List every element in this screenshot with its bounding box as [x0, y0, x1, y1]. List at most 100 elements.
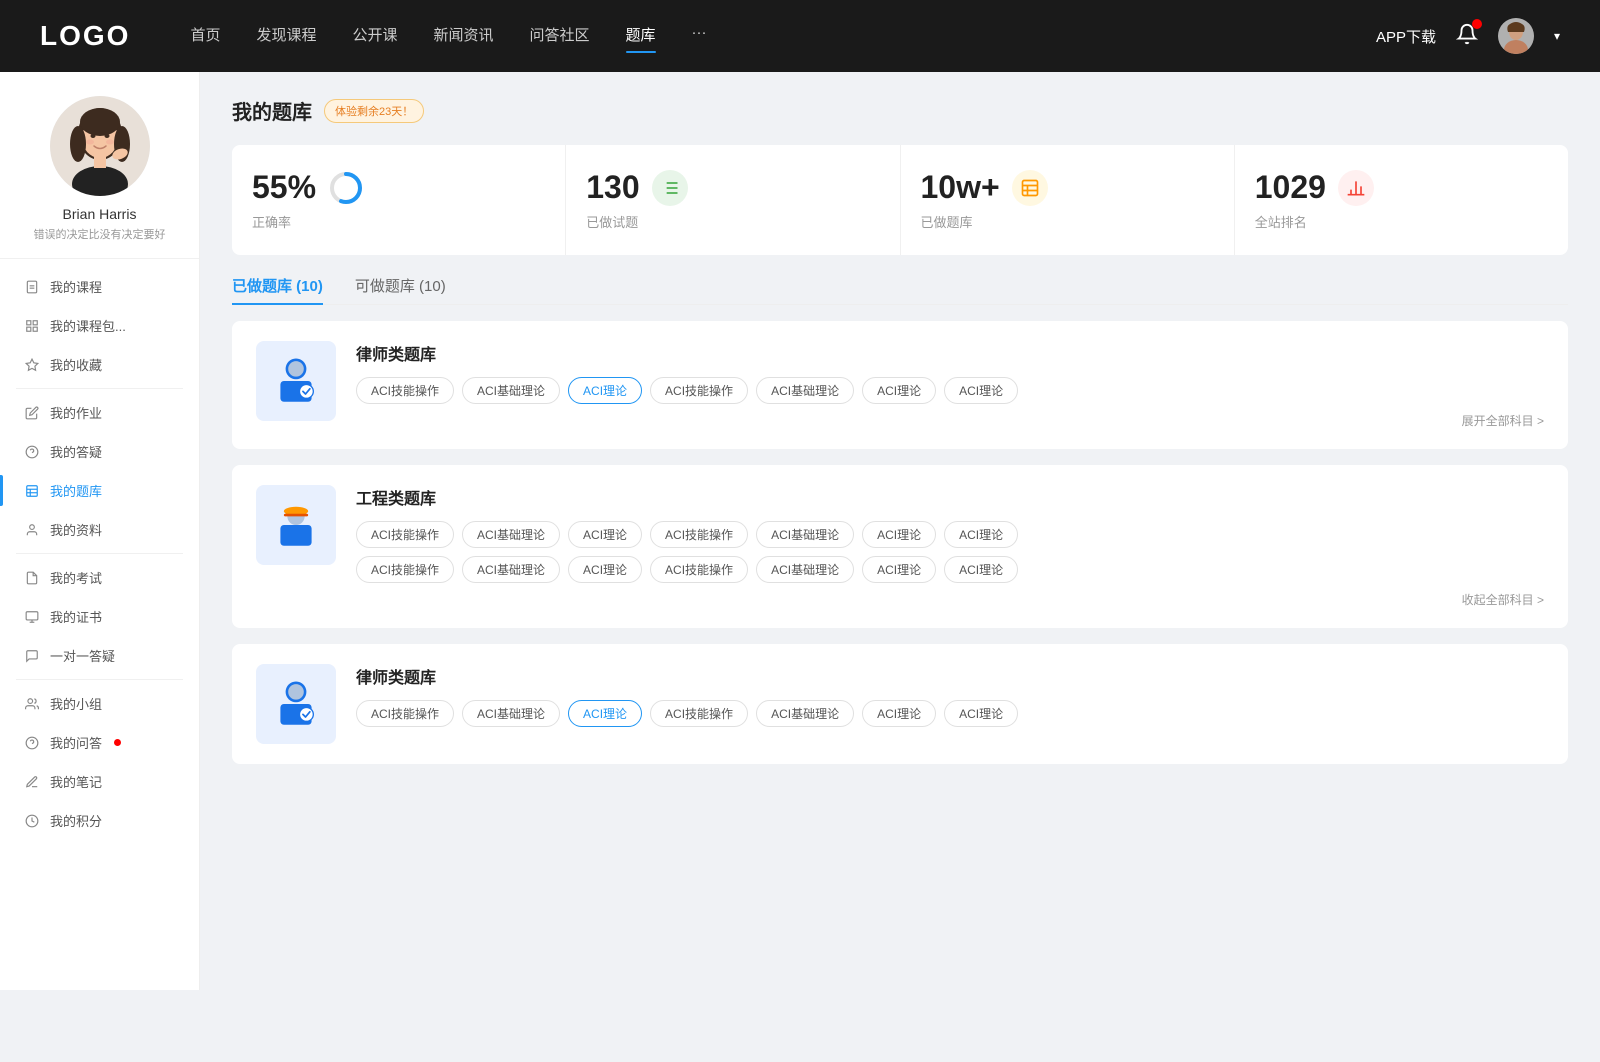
tag[interactable]: ACI理论 [944, 377, 1018, 404]
sidebar-username: Brian Harris [63, 206, 137, 222]
nav-discover[interactable]: 发现课程 [256, 24, 316, 49]
tag[interactable]: ACI理论 [862, 556, 936, 583]
tag[interactable]: ACI理论 [568, 556, 642, 583]
stat-done-questions: 130 已做试题 [566, 145, 900, 255]
table-icon [24, 483, 40, 499]
tag[interactable]: ACI技能操作 [356, 556, 454, 583]
sidebar-item-label: 我的积分 [50, 811, 102, 830]
stat-value: 1029 [1255, 169, 1326, 206]
edit-icon [24, 405, 40, 421]
tag-active[interactable]: ACI理论 [568, 377, 642, 404]
sidebar-item-notes[interactable]: 我的笔记 [0, 762, 199, 801]
people-icon [24, 522, 40, 538]
tag[interactable]: ACI理论 [568, 521, 642, 548]
tag[interactable]: ACI技能操作 [356, 521, 454, 548]
stat-label: 全站排名 [1255, 212, 1548, 231]
divider [16, 388, 183, 389]
tag[interactable]: ACI技能操作 [650, 556, 748, 583]
collapse-link[interactable]: 收起全部科目 > [356, 591, 1544, 608]
sidebar-item-oneone[interactable]: 一对一答疑 [0, 636, 199, 675]
tag[interactable]: ACI理论 [944, 521, 1018, 548]
tag[interactable]: ACI技能操作 [356, 377, 454, 404]
page-header: 我的题库 体验剩余23天！ [232, 96, 1568, 125]
stat-done-banks: 10w+ 已做题库 [901, 145, 1235, 255]
trial-badge: 体验剩余23天！ [324, 99, 424, 123]
tags-row-1: ACI技能操作 ACI基础理论 ACI理论 ACI技能操作 ACI基础理论 AC… [356, 521, 1544, 548]
stat-top: 10w+ [921, 169, 1214, 206]
tab-available-banks[interactable]: 可做题库 (10) [355, 275, 446, 304]
expand-link[interactable]: 展开全部科目 > [356, 412, 1544, 429]
nav-opencourse[interactable]: 公开课 [352, 24, 397, 49]
bell-badge [1472, 19, 1482, 29]
qbank-card-lawyer-1: 律师类题库 ACI技能操作 ACI基础理论 ACI理论 ACI技能操作 ACI基… [232, 321, 1568, 449]
sidebar: Brian Harris 错误的决定比没有决定要好 我的课程 我的课程包... [0, 72, 200, 990]
sidebar-item-group[interactable]: 我的小组 [0, 684, 199, 723]
sidebar-item-cert[interactable]: 我的证书 [0, 597, 199, 636]
tag[interactable]: ACI基础理论 [756, 377, 854, 404]
tag[interactable]: ACI基础理论 [756, 556, 854, 583]
tag[interactable]: ACI基础理论 [462, 377, 560, 404]
sidebar-item-profile[interactable]: 我的资料 [0, 510, 199, 549]
tag[interactable]: ACI技能操作 [650, 521, 748, 548]
sidebar-item-label: 我的考试 [50, 568, 102, 587]
nav-qbank[interactable]: 题库 [626, 24, 656, 49]
sidebar-item-label: 我的课程 [50, 277, 102, 296]
sidebar-item-label: 我的证书 [50, 607, 102, 626]
tag[interactable]: ACI理论 [862, 521, 936, 548]
tag[interactable]: ACI技能操作 [650, 700, 748, 727]
sidebar-item-exam[interactable]: 我的考试 [0, 558, 199, 597]
tag[interactable]: ACI理论 [944, 700, 1018, 727]
nav-home[interactable]: 首页 [190, 24, 220, 49]
sidebar-item-qna[interactable]: 我的答疑 [0, 432, 199, 471]
sidebar-motto: 错误的决定比没有决定要好 [34, 226, 166, 242]
sidebar-item-homework[interactable]: 我的作业 [0, 393, 199, 432]
notification-bell[interactable] [1456, 23, 1478, 49]
tag[interactable]: ACI基础理论 [756, 700, 854, 727]
qbank-card-inner: 律师类题库 ACI技能操作 ACI基础理论 ACI理论 ACI技能操作 ACI基… [256, 341, 1544, 429]
tag[interactable]: ACI基础理论 [462, 556, 560, 583]
list-yellow-icon [1012, 170, 1048, 206]
tab-done-banks[interactable]: 已做题库 (10) [232, 275, 323, 304]
stat-value: 10w+ [921, 169, 1000, 206]
sidebar-item-label: 我的作业 [50, 403, 102, 422]
sidebar-item-label: 我的答疑 [50, 442, 102, 461]
stats-row: 55% 正确率 130 [232, 145, 1568, 255]
donut-chart [328, 170, 364, 206]
star-icon [24, 357, 40, 373]
sidebar-menu: 我的课程 我的课程包... 我的收藏 我的作业 [0, 267, 199, 840]
sidebar-item-label: 我的课程包... [50, 316, 126, 335]
sidebar-item-coursepack[interactable]: 我的课程包... [0, 306, 199, 345]
tag[interactable]: ACI基础理论 [462, 700, 560, 727]
qbank-body: 工程类题库 ACI技能操作 ACI基础理论 ACI理论 ACI技能操作 ACI基… [356, 485, 1544, 608]
tag[interactable]: ACI理论 [862, 377, 936, 404]
tag-active[interactable]: ACI理论 [568, 700, 642, 727]
tag[interactable]: ACI技能操作 [356, 700, 454, 727]
sidebar-item-label: 我的资料 [50, 520, 102, 539]
stat-rank: 1029 全站排名 [1235, 145, 1568, 255]
nav-more[interactable]: ··· [692, 24, 707, 49]
user-avatar[interactable] [1498, 18, 1534, 54]
avatar-dropdown-icon[interactable]: ▾ [1554, 29, 1560, 43]
sidebar-item-label: 我的收藏 [50, 355, 102, 374]
bar-icon [24, 318, 40, 334]
sidebar-item-myqa[interactable]: 我的问答 [0, 723, 199, 762]
nav-news[interactable]: 新闻资讯 [434, 24, 494, 49]
nav-qa[interactable]: 问答社区 [530, 24, 590, 49]
tag[interactable]: ACI理论 [862, 700, 936, 727]
doc-icon [24, 279, 40, 295]
lawyer-icon [256, 341, 336, 421]
logo: LOGO [40, 20, 130, 52]
qbank-body: 律师类题库 ACI技能操作 ACI基础理论 ACI理论 ACI技能操作 ACI基… [356, 341, 1544, 429]
tag[interactable]: ACI基础理论 [756, 521, 854, 548]
app-download-btn[interactable]: APP下载 [1376, 26, 1436, 47]
tag[interactable]: ACI基础理论 [462, 521, 560, 548]
qbank-card-lawyer-2: 律师类题库 ACI技能操作 ACI基础理论 ACI理论 ACI技能操作 ACI基… [232, 644, 1568, 764]
sidebar-item-courses[interactable]: 我的课程 [0, 267, 199, 306]
sidebar-item-points[interactable]: 我的积分 [0, 801, 199, 840]
tag[interactable]: ACI理论 [944, 556, 1018, 583]
list-green-icon [652, 170, 688, 206]
sidebar-item-qbank[interactable]: 我的题库 [0, 471, 199, 510]
tag[interactable]: ACI技能操作 [650, 377, 748, 404]
sidebar-item-favorites[interactable]: 我的收藏 [0, 345, 199, 384]
file-icon [24, 570, 40, 586]
